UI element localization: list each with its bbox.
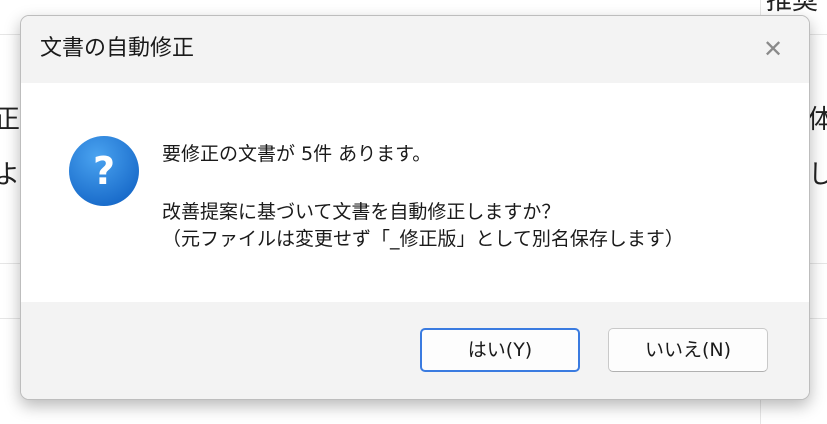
dialog-title: 文書の自動修正 bbox=[40, 36, 195, 61]
background-text: よ bbox=[0, 160, 21, 190]
no-button[interactable]: いいえ(N) bbox=[608, 328, 768, 372]
dialog-titlebar: 文書の自動修正 ✕ bbox=[21, 16, 809, 83]
background-text: 推奨 bbox=[766, 0, 819, 16]
background-text: 体 bbox=[808, 105, 827, 135]
auto-fix-dialog: 文書の自動修正 ✕ ? 要修正の文書が 5件 あります。 改善提案に基づいて文書… bbox=[20, 15, 810, 400]
message-line-count: 要修正の文書が 5件 あります。 bbox=[162, 143, 432, 165]
dialog-content: ? 要修正の文書が 5件 あります。 改善提案に基づいて文書を自動修正しますか？… bbox=[21, 83, 809, 302]
message-line-question: 改善提案に基づいて文書を自動修正しますか？ bbox=[162, 201, 561, 223]
yes-button[interactable]: はい(Y) bbox=[420, 328, 580, 372]
close-icon[interactable]: ✕ bbox=[757, 33, 789, 65]
svg-text:?: ? bbox=[93, 149, 115, 193]
background-text: し bbox=[808, 160, 827, 190]
message-line-note: （元ファイルは変更せず「_修正版」として別名保存します） bbox=[162, 228, 684, 250]
background-text: 正 bbox=[0, 105, 21, 135]
question-icon: ? bbox=[69, 136, 139, 206]
dialog-footer: はい(Y) いいえ(N) bbox=[21, 302, 809, 399]
